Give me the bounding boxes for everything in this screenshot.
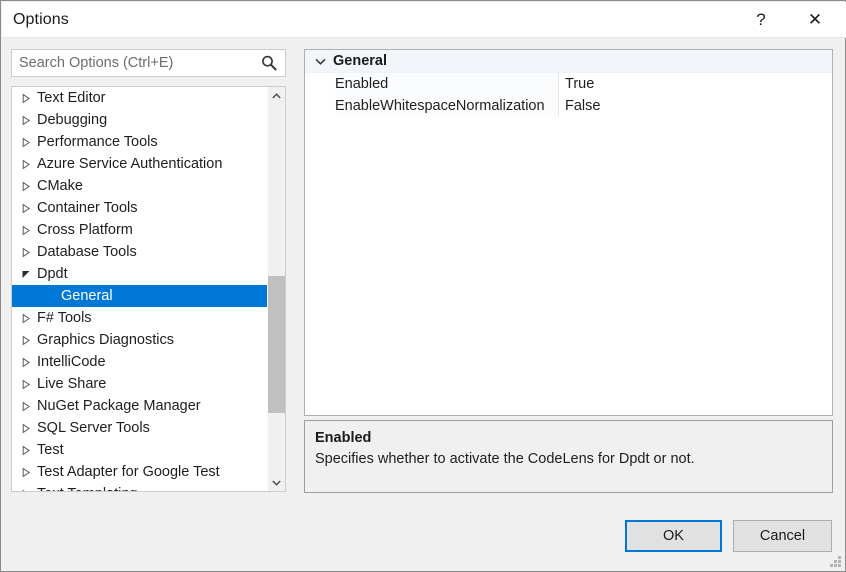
tree-item-f-tools[interactable]: F# Tools xyxy=(12,307,268,329)
property-grid[interactable]: General Enabled True EnableWhitespaceNorma… xyxy=(304,49,833,416)
window-title: Options xyxy=(13,11,69,28)
scrollbar-thumb[interactable] xyxy=(268,276,285,413)
triangle-collapsed-icon[interactable] xyxy=(20,379,32,390)
tree-item-label: Live Share xyxy=(37,376,107,392)
description-text: Specifies whether to activate the CodeLe… xyxy=(315,451,695,467)
triangle-collapsed-icon[interactable] xyxy=(20,181,32,192)
grip-dot xyxy=(838,560,841,563)
property-value[interactable]: False xyxy=(561,95,832,117)
tree-item-performance-tools[interactable]: Performance Tools xyxy=(12,131,268,153)
tree-item-database-tools[interactable]: Database Tools xyxy=(12,241,268,263)
tree-item-test-adapter-for-google-test[interactable]: Test Adapter for Google Test xyxy=(12,461,268,483)
tree-item-cmake[interactable]: CMake xyxy=(12,175,268,197)
search-input[interactable] xyxy=(19,55,251,71)
options-dialog: Options ? ✕ Text Editor Debugging Performa… xyxy=(0,0,846,572)
tree-scrollbar[interactable] xyxy=(267,87,285,491)
triangle-collapsed-icon[interactable] xyxy=(20,445,32,456)
scroll-up-button[interactable] xyxy=(268,87,285,104)
tree-list[interactable]: Text Editor Debugging Performance Tools Azu… xyxy=(12,87,268,491)
tree-item-label: Debugging xyxy=(37,112,108,128)
tree-item-text-editor[interactable]: Text Editor xyxy=(12,87,268,109)
tree-item-intellicode[interactable]: IntelliCode xyxy=(12,351,268,373)
triangle-expanded-icon[interactable] xyxy=(20,269,32,280)
property-rows: Enabled True EnableWhitespaceNormalization… xyxy=(305,73,832,117)
tree-item-label: Azure Service Authentication xyxy=(37,156,223,172)
property-row[interactable]: Enabled True xyxy=(305,73,832,95)
property-category-row[interactable]: General xyxy=(305,50,832,73)
property-category-label: General xyxy=(333,53,387,69)
tree-item-test[interactable]: Test xyxy=(12,439,268,461)
chevron-down-icon xyxy=(272,480,281,486)
property-value[interactable]: True xyxy=(561,73,832,95)
tree-item-label: Test Adapter for Google Test xyxy=(37,464,220,480)
property-row[interactable]: EnableWhitespaceNormalization False xyxy=(305,95,832,117)
title-bar: Options ? ✕ xyxy=(2,2,846,38)
tree-item-label: Graphics Diagnostics xyxy=(37,332,174,348)
triangle-collapsed-icon[interactable] xyxy=(20,203,32,214)
tree-item-label: Test xyxy=(37,442,64,458)
triangle-collapsed-icon[interactable] xyxy=(20,423,32,434)
grip-dot xyxy=(830,564,833,567)
search-icon[interactable] xyxy=(260,54,278,72)
question-mark-icon: ? xyxy=(756,9,766,29)
tree-item-label: SQL Server Tools xyxy=(37,420,150,436)
tree-item-live-share[interactable]: Live Share xyxy=(12,373,268,395)
triangle-collapsed-icon[interactable] xyxy=(20,489,32,491)
grip-dot xyxy=(838,564,841,567)
tree-item-graphics-diagnostics[interactable]: Graphics Diagnostics xyxy=(12,329,268,351)
cancel-button[interactable]: Cancel xyxy=(733,520,832,552)
scroll-down-button[interactable] xyxy=(268,474,285,491)
tree-item-label: Dpdt xyxy=(37,266,68,282)
tree-item-label: Container Tools xyxy=(37,200,138,216)
tree-item-label: Cross Platform xyxy=(37,222,133,238)
tree-item-sql-server-tools[interactable]: SQL Server Tools xyxy=(12,417,268,439)
ok-button[interactable]: OK xyxy=(625,520,722,552)
search-box[interactable] xyxy=(11,49,286,77)
triangle-collapsed-icon[interactable] xyxy=(20,93,32,104)
tree-item-dpdt[interactable]: Dpdt xyxy=(12,263,268,285)
tree-item-label: Database Tools xyxy=(37,244,137,260)
tree-item-label: NuGet Package Manager xyxy=(37,398,201,414)
tree-item-debugging[interactable]: Debugging xyxy=(12,109,268,131)
tree-item-container-tools[interactable]: Container Tools xyxy=(12,197,268,219)
triangle-collapsed-icon[interactable] xyxy=(20,357,32,368)
tree-item-label: CMake xyxy=(37,178,83,194)
chevron-up-icon xyxy=(272,92,281,98)
tree-item-label: Text Templating xyxy=(37,483,137,491)
tree-item-cross-platform[interactable]: Cross Platform xyxy=(12,219,268,241)
triangle-collapsed-icon[interactable] xyxy=(20,225,32,236)
grip-dot xyxy=(838,556,841,559)
options-category-tree[interactable]: Text Editor Debugging Performance Tools Azu… xyxy=(11,86,286,492)
tree-item-label: Text Editor xyxy=(37,90,106,106)
chevron-down-icon[interactable] xyxy=(313,58,327,65)
tree-item-azure-service-authentication[interactable]: Azure Service Authentication xyxy=(12,153,268,175)
tree-item-general[interactable]: General xyxy=(12,285,268,307)
tree-item-label: IntelliCode xyxy=(37,354,106,370)
help-button[interactable]: ? xyxy=(738,2,784,36)
triangle-collapsed-icon[interactable] xyxy=(20,115,32,126)
tree-item-text-templating[interactable]: Text Templating xyxy=(12,483,268,491)
resize-grip[interactable] xyxy=(829,555,842,568)
grip-dot xyxy=(834,560,837,563)
triangle-collapsed-icon[interactable] xyxy=(20,247,32,258)
description-title: Enabled xyxy=(315,430,372,446)
triangle-collapsed-icon[interactable] xyxy=(20,401,32,412)
close-button[interactable]: ✕ xyxy=(792,2,838,36)
tree-item-label: Performance Tools xyxy=(37,134,158,150)
description-panel: Enabled Specifies whether to activate th… xyxy=(304,420,833,493)
triangle-collapsed-icon[interactable] xyxy=(20,159,32,170)
tree-item-label: General xyxy=(61,288,113,304)
property-name: EnableWhitespaceNormalization xyxy=(335,95,558,117)
triangle-collapsed-icon[interactable] xyxy=(20,335,32,346)
tree-item-label: F# Tools xyxy=(37,310,92,326)
grip-dot xyxy=(834,564,837,567)
triangle-collapsed-icon[interactable] xyxy=(20,137,32,148)
property-name: Enabled xyxy=(335,73,558,95)
triangle-collapsed-icon[interactable] xyxy=(20,467,32,478)
property-column-divider[interactable] xyxy=(558,72,559,116)
triangle-collapsed-icon[interactable] xyxy=(20,313,32,324)
close-icon: ✕ xyxy=(807,9,823,29)
tree-item-nuget-package-manager[interactable]: NuGet Package Manager xyxy=(12,395,268,417)
